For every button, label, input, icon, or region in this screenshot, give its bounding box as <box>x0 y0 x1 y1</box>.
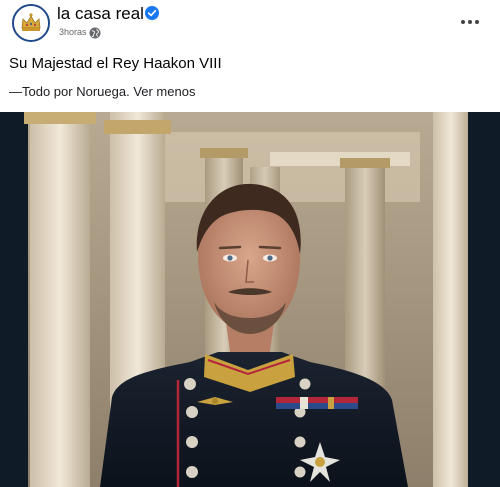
globe-icon <box>89 27 101 39</box>
caption-text: —Todo por Noruega. <box>9 84 130 99</box>
post-title: Su Majestad el Rey Haakon VIII <box>9 55 222 72</box>
portrait-image <box>0 112 500 487</box>
post-timestamp[interactable]: 3horas <box>59 27 87 37</box>
post-caption: —Todo por Noruega. Ver menos <box>9 84 195 99</box>
see-less-link[interactable]: Ver menos <box>133 84 195 99</box>
post-photo[interactable] <box>0 112 500 487</box>
post-header: la casa real 3horas <box>0 0 500 50</box>
page-avatar[interactable] <box>12 4 50 42</box>
crown-logo-icon <box>14 6 48 40</box>
more-options-icon <box>461 20 465 24</box>
verified-badge-icon <box>145 6 159 20</box>
page-name-link[interactable]: la casa real <box>57 4 144 24</box>
more-options-button[interactable] <box>456 10 484 34</box>
